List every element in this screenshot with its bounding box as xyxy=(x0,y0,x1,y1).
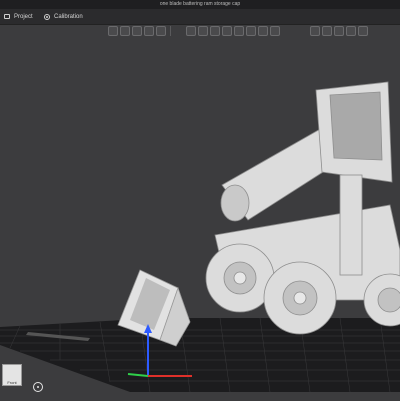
toolbar-left xyxy=(108,26,173,38)
toolbar-right xyxy=(310,26,368,38)
3d-viewport[interactable] xyxy=(0,40,400,400)
toolbar-divider xyxy=(170,26,171,36)
mirror-tool-button[interactable] xyxy=(222,26,232,36)
view-options-button[interactable] xyxy=(334,26,344,36)
support-tool-button[interactable] xyxy=(234,26,244,36)
tab-calibration-label: Calibration xyxy=(54,13,83,20)
grid-view-button[interactable] xyxy=(108,26,118,36)
tab-calibration[interactable]: Calibration xyxy=(44,9,83,24)
toolbar-middle xyxy=(186,26,280,38)
view-cube[interactable]: Front xyxy=(2,364,22,386)
help-button[interactable] xyxy=(358,26,368,36)
hollow-tool-button[interactable] xyxy=(246,26,256,36)
scale-tool-button[interactable] xyxy=(210,26,220,36)
move-tool-button[interactable] xyxy=(186,26,196,36)
text-tool-button[interactable] xyxy=(310,26,320,36)
save-button[interactable] xyxy=(132,26,142,36)
compass-icon[interactable] xyxy=(33,382,43,392)
package-button[interactable] xyxy=(156,26,166,36)
open-file-button[interactable] xyxy=(120,26,130,36)
home-icon xyxy=(4,14,10,19)
drill-tool-button[interactable] xyxy=(258,26,268,36)
rotate-tool-button[interactable] xyxy=(198,26,208,36)
battering-ram-model xyxy=(205,81,400,335)
build-plate xyxy=(0,317,400,393)
slice-button[interactable] xyxy=(144,26,154,36)
settings-button[interactable] xyxy=(346,26,356,36)
tab-project-label: Project xyxy=(14,13,33,20)
target-icon xyxy=(44,13,50,20)
measure-tool-button[interactable] xyxy=(270,26,280,36)
tab-bar: Project Calibration xyxy=(0,9,400,25)
cut-tool-button[interactable] xyxy=(322,26,332,36)
scene-canvas xyxy=(0,81,400,393)
window-title: one blade battering ram storage cap xyxy=(0,0,400,9)
tab-project[interactable]: Project xyxy=(4,9,33,24)
